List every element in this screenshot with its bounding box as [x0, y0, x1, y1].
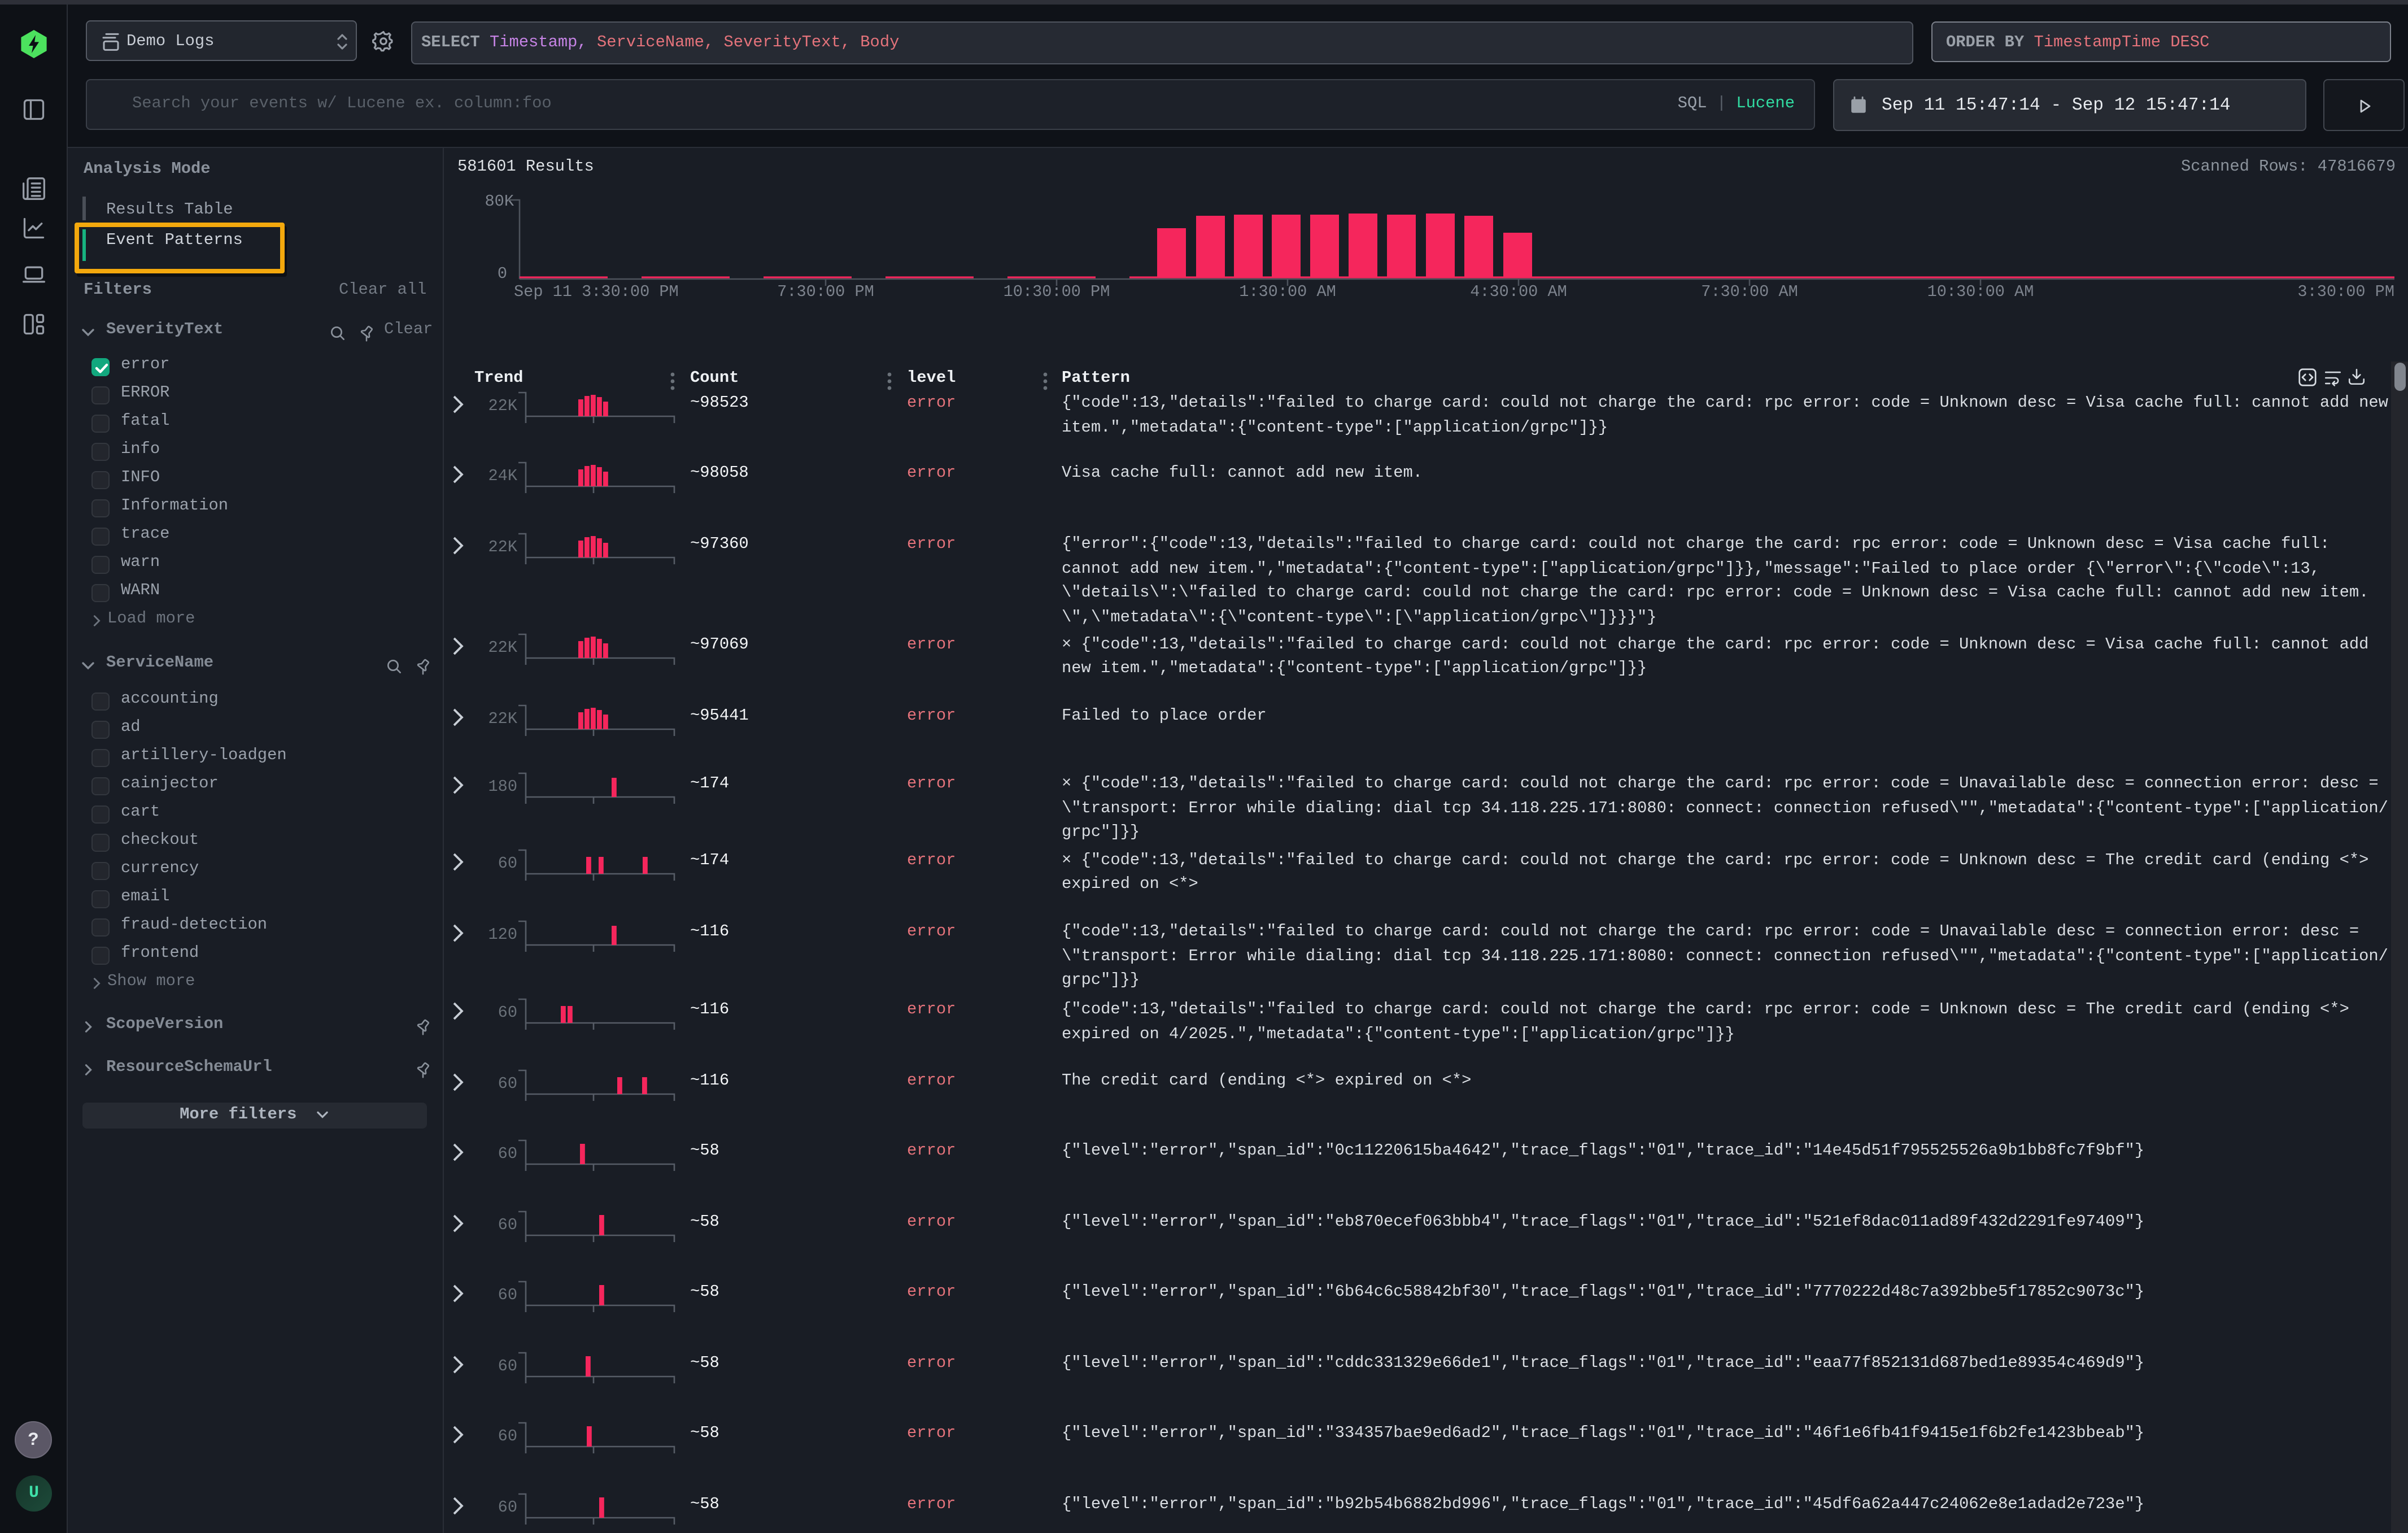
svg-text:80K: 80K	[485, 192, 514, 211]
svg-text:7:30:00 PM: 7:30:00 PM	[777, 282, 874, 301]
svg-text:10:30:00 PM: 10:30:00 PM	[1004, 282, 1110, 301]
svg-text:120: 120	[488, 925, 517, 944]
svg-text:60: 60	[498, 1497, 517, 1516]
svg-text:60: 60	[498, 1003, 517, 1022]
svg-text:22K: 22K	[488, 538, 518, 556]
svg-text:60: 60	[498, 1144, 517, 1163]
svg-text:180: 180	[488, 777, 517, 796]
svg-text:0: 0	[498, 264, 507, 283]
svg-text:60: 60	[498, 1356, 517, 1375]
svg-text:Sep 11 3:30:00 PM: Sep 11 3:30:00 PM	[514, 282, 679, 301]
svg-text:22K: 22K	[488, 709, 518, 728]
svg-text:60: 60	[498, 1074, 517, 1092]
svg-text:3:30:00 PM: 3:30:00 PM	[2297, 282, 2394, 301]
svg-text:60: 60	[498, 1427, 517, 1445]
svg-text:4:30:00 AM: 4:30:00 AM	[1470, 282, 1567, 301]
svg-text:10:30:00 AM: 10:30:00 AM	[1927, 282, 2034, 301]
svg-text:1:30:00 AM: 1:30:00 AM	[1239, 282, 1336, 301]
svg-text:60: 60	[498, 1215, 517, 1234]
svg-text:22K: 22K	[488, 397, 518, 415]
svg-text:24K: 24K	[488, 467, 518, 485]
svg-text:7:30:00 AM: 7:30:00 AM	[1701, 282, 1798, 301]
svg-text:22K: 22K	[488, 638, 518, 656]
svg-text:60: 60	[498, 853, 517, 872]
svg-text:60: 60	[498, 1286, 517, 1304]
